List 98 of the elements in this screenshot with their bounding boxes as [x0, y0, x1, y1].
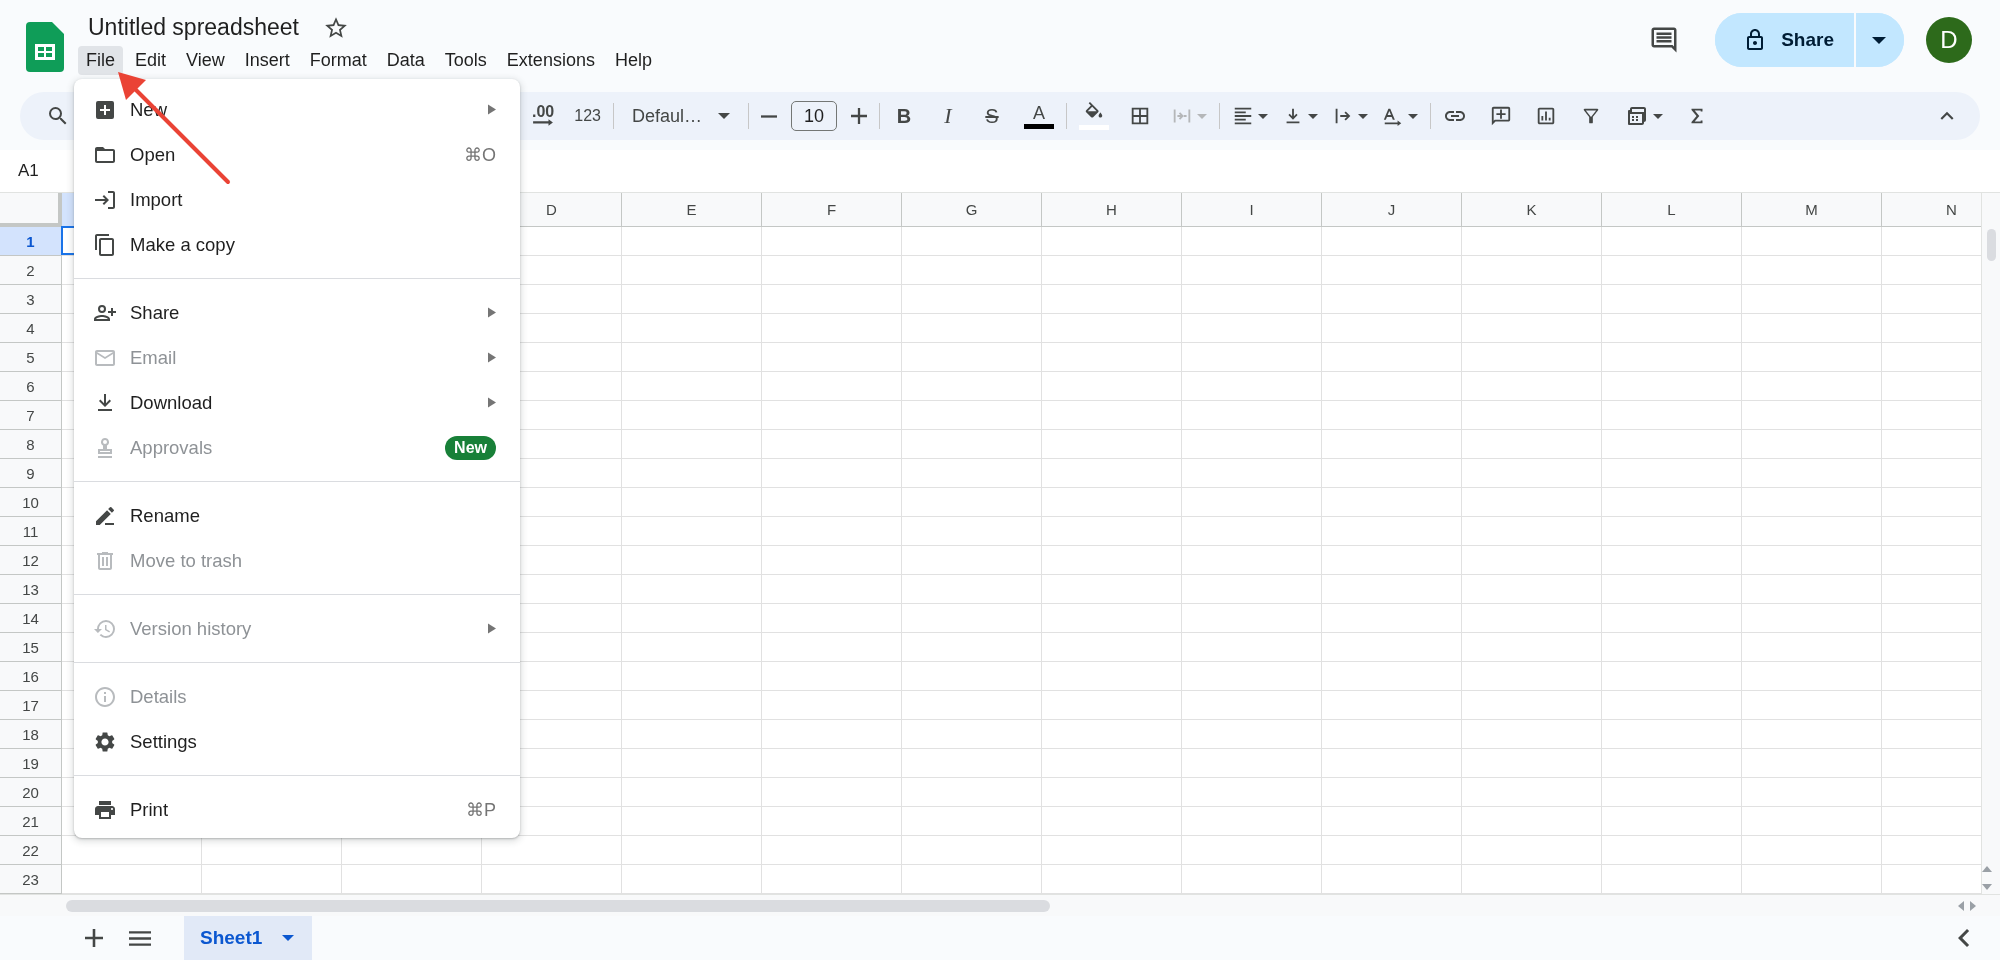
scrollbar-thumb[interactable]: [1986, 229, 1996, 261]
document-title[interactable]: Untitled spreadsheet: [84, 12, 303, 43]
new-badge: New: [445, 435, 496, 460]
scroll-right-icon[interactable]: [1970, 900, 1976, 911]
menu-item[interactable]: Print ⌘P: [74, 787, 520, 832]
menu-item-icon: [93, 684, 117, 709]
column-header[interactable]: E: [622, 193, 762, 227]
row-header[interactable]: 6: [0, 372, 62, 401]
caret-icon: [718, 113, 730, 119]
avatar[interactable]: D: [1926, 17, 1972, 63]
row-header[interactable]: 21: [0, 807, 62, 836]
column-header[interactable]: G: [902, 193, 1042, 227]
column-header[interactable]: L: [1602, 193, 1742, 227]
row-header[interactable]: 3: [0, 285, 62, 314]
caret-icon: [1408, 113, 1418, 119]
chevron-left-icon: [1958, 929, 1970, 947]
caret-icon: [1258, 113, 1268, 119]
comment-icon: [1649, 25, 1680, 55]
row-header[interactable]: 5: [0, 343, 62, 372]
caret-icon: [1197, 113, 1207, 119]
caret-icon: [1653, 113, 1663, 119]
row-header[interactable]: 2: [0, 256, 62, 285]
row-header[interactable]: 10: [0, 488, 62, 517]
scroll-up-icon[interactable]: [1982, 866, 1992, 872]
add-comment-icon: [1490, 105, 1512, 127]
table-icon: [1625, 104, 1649, 128]
row-header[interactable]: 9: [0, 459, 62, 488]
row-header[interactable]: 8: [0, 430, 62, 459]
functions-button[interactable]: [1625, 104, 1663, 128]
caret-icon: [282, 935, 295, 941]
menu-item[interactable]: Help: [606, 46, 660, 75]
sheet-tab[interactable]: Sheet1: [184, 916, 313, 960]
row-header[interactable]: 14: [0, 604, 62, 633]
row-header[interactable]: 23: [0, 865, 62, 894]
scroll-left-icon[interactable]: [1958, 900, 1964, 911]
caret-icon: [1308, 113, 1318, 119]
menu-item[interactable]: Open ⌘O: [74, 132, 520, 177]
menu-item[interactable]: Rename: [74, 493, 520, 538]
row-header[interactable]: 13: [0, 575, 62, 604]
row-header[interactable]: 20: [0, 778, 62, 807]
minus-icon: [761, 114, 777, 118]
align-left-icon: [1232, 105, 1254, 127]
column-header[interactable]: K: [1462, 193, 1602, 227]
number-format-button[interactable]: 123: [574, 107, 601, 125]
row-header[interactable]: 17: [0, 691, 62, 720]
increase-decimal-button[interactable]: .00: [532, 105, 555, 127]
menu-item-icon: [93, 729, 117, 754]
menu-item[interactable]: Edit: [127, 46, 175, 75]
strikethrough-button[interactable]: S: [980, 104, 1004, 128]
menu-item[interactable]: Settings: [74, 719, 520, 764]
scrollbar-thumb[interactable]: [66, 899, 1050, 912]
shortcut-label: ⌘P: [466, 798, 496, 821]
bold-button[interactable]: B: [892, 104, 916, 128]
menu-item[interactable]: Extensions: [498, 46, 603, 75]
menu-icon: [129, 930, 151, 946]
row-header[interactable]: 15: [0, 633, 62, 662]
menu-item[interactable]: Format: [301, 46, 375, 75]
row-header[interactable]: 1: [0, 227, 62, 256]
name-box[interactable]: A1: [18, 161, 39, 181]
column-header[interactable]: I: [1182, 193, 1322, 227]
menu-item[interactable]: Share: [74, 290, 520, 335]
column-header[interactable]: F: [762, 193, 902, 227]
row-header[interactable]: 19: [0, 749, 62, 778]
row-header[interactable]: 16: [0, 662, 62, 691]
sheets-logo-icon[interactable]: [26, 22, 64, 72]
row-header[interactable]: 12: [0, 546, 62, 575]
arrow-icon: [532, 119, 555, 127]
share-dropdown-button[interactable]: [1854, 13, 1904, 67]
chart-icon: [1535, 105, 1557, 127]
shortcut-label: ⌘O: [464, 143, 496, 166]
text-color-button[interactable]: A: [1024, 103, 1054, 129]
font-dropdown[interactable]: Defaul…: [625, 105, 736, 127]
menu-item[interactable]: File: [78, 46, 123, 75]
row-header[interactable]: 4: [0, 314, 62, 343]
font-size-field[interactable]: 10: [791, 101, 837, 131]
row-header[interactable]: 7: [0, 401, 62, 430]
borders-icon: [1129, 105, 1151, 127]
fill-color-button[interactable]: [1079, 102, 1109, 130]
menu-item[interactable]: View: [178, 46, 233, 75]
caret-icon: [1358, 113, 1368, 119]
menu-item[interactable]: Tools: [436, 46, 495, 75]
column-header[interactable]: H: [1042, 193, 1182, 227]
menu-item[interactable]: Data: [378, 46, 433, 75]
column-header[interactable]: J: [1322, 193, 1462, 227]
column-header[interactable]: N: [1882, 193, 1981, 227]
menu-item-icon: [93, 232, 117, 257]
caret-icon: [1872, 36, 1886, 44]
row-header[interactable]: 22: [0, 836, 62, 865]
row-header[interactable]: 18: [0, 720, 62, 749]
column-header[interactable]: M: [1742, 193, 1882, 227]
plus-icon: [85, 929, 103, 947]
menu-item[interactable]: Download: [74, 380, 520, 425]
menu-item[interactable]: Insert: [236, 46, 298, 75]
align-button[interactable]: [1232, 105, 1268, 127]
plus-icon: [851, 108, 867, 124]
row-header[interactable]: 11: [0, 517, 62, 546]
scroll-down-icon[interactable]: [1982, 884, 1992, 890]
italic-button[interactable]: I: [936, 103, 960, 129]
